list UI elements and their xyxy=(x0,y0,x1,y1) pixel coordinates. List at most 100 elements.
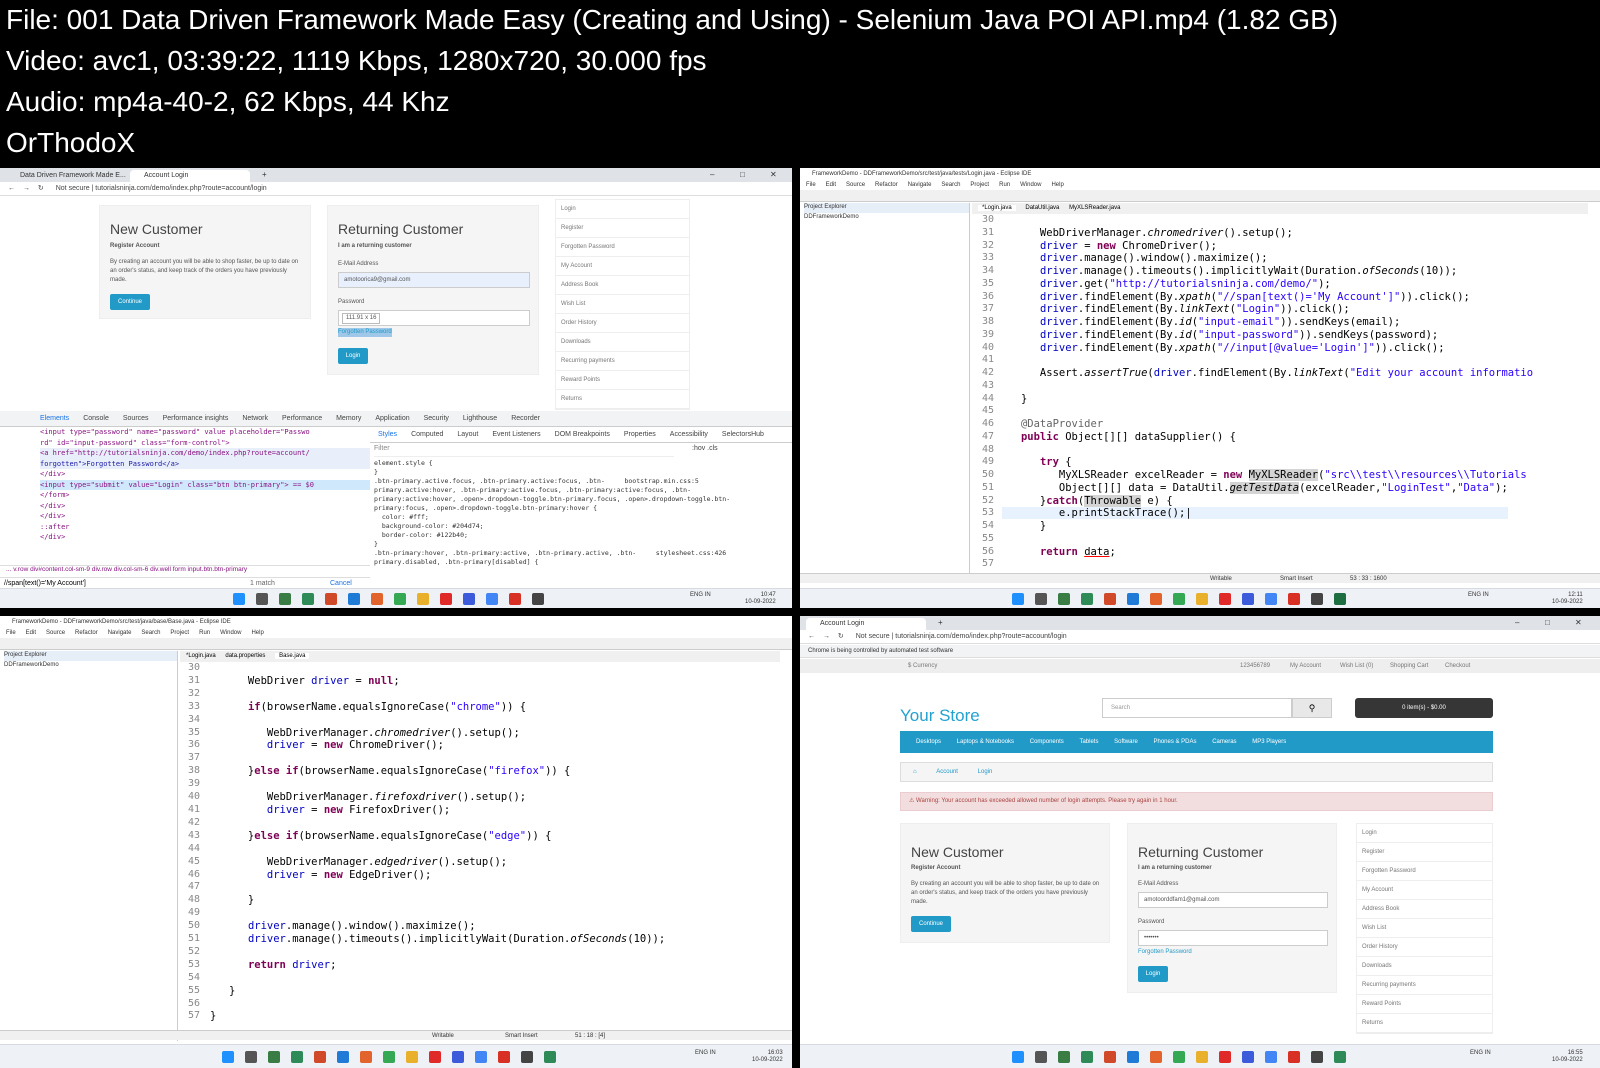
devtab-elements[interactable]: Elements xyxy=(40,415,69,422)
menu-project[interactable]: Project xyxy=(170,630,189,636)
dom-line[interactable]: </div> xyxy=(40,532,370,543)
maximize-icon[interactable]: □ xyxy=(740,170,745,179)
sidebar-item-forgotten[interactable]: Forgotten Password xyxy=(1357,862,1492,881)
minimize-icon[interactable]: – xyxy=(710,170,714,179)
devtab-application[interactable]: Application xyxy=(375,415,409,422)
tab-dom-breakpoints[interactable]: DOM Breakpoints xyxy=(555,431,610,438)
code-editor[interactable]: 30 31 32 33 34 35 36 37 38 39 40 41 42 43 44 45 46 47 48 49… xyxy=(180,662,780,1030)
windows-start-icon[interactable] xyxy=(233,593,245,605)
sidebar-item-register[interactable]: Register xyxy=(556,219,689,238)
chrome-icon[interactable] xyxy=(1265,1051,1277,1063)
back-icon[interactable]: ← xyxy=(808,633,815,640)
edge-icon[interactable] xyxy=(348,593,360,605)
app-icon[interactable] xyxy=(1288,1051,1300,1063)
menu-search[interactable]: Search xyxy=(941,182,960,188)
editor-tab-datautil[interactable]: DataUtil.java xyxy=(1025,205,1059,211)
chrome-icon[interactable] xyxy=(486,593,498,605)
language-indicator[interactable]: ENG IN xyxy=(690,592,711,599)
app-icon[interactable] xyxy=(1334,1051,1346,1063)
close-icon[interactable]: ✕ xyxy=(770,170,777,179)
app-icon[interactable] xyxy=(325,593,337,605)
currency-dropdown[interactable]: $ Currency xyxy=(908,659,937,673)
edge-icon[interactable] xyxy=(337,1051,349,1063)
close-icon[interactable]: ✕ xyxy=(1575,618,1582,627)
cancel-search-button[interactable]: Cancel xyxy=(330,580,352,587)
folder-icon[interactable] xyxy=(406,1051,418,1063)
search-input[interactable]: Search xyxy=(1102,698,1292,718)
app-icon[interactable] xyxy=(268,1051,280,1063)
shopping-cart-link[interactable]: Shopping Cart xyxy=(1390,659,1428,673)
nav-mp3[interactable]: MP3 Players xyxy=(1252,739,1286,745)
opera-icon[interactable] xyxy=(1219,593,1231,605)
continue-button[interactable]: Continue xyxy=(911,916,951,932)
opera-icon[interactable] xyxy=(1219,1051,1231,1063)
menu-run[interactable]: Run xyxy=(199,630,210,636)
menu-source[interactable]: Source xyxy=(46,630,65,636)
menu-help[interactable]: Help xyxy=(251,630,263,636)
tab-event-listeners[interactable]: Event Listeners xyxy=(492,431,540,438)
devtab-recorder[interactable]: Recorder xyxy=(511,415,540,422)
language-indicator[interactable]: ENG IN xyxy=(1468,592,1489,599)
tab-styles[interactable]: Styles xyxy=(378,431,397,438)
nav-laptops[interactable]: Laptops & Notebooks xyxy=(957,739,1014,745)
dom-line[interactable]: </div> xyxy=(40,501,370,512)
dom-line[interactable]: <input type="password" name="password" v… xyxy=(40,427,370,438)
folder-icon[interactable] xyxy=(1196,1051,1208,1063)
dom-line[interactable]: </form> xyxy=(40,490,370,501)
new-tab-icon[interactable]: + xyxy=(938,618,943,627)
app-icon[interactable] xyxy=(463,593,475,605)
sidebar-item-address[interactable]: Address Book xyxy=(556,276,689,295)
wish-list-link[interactable]: Wish List (0) xyxy=(1340,659,1373,673)
devtab-security[interactable]: Security xyxy=(424,415,449,422)
chrome-icon[interactable] xyxy=(1265,593,1277,605)
opera-icon[interactable] xyxy=(429,1051,441,1063)
chrome-icon[interactable] xyxy=(394,593,406,605)
windows-start-icon[interactable] xyxy=(1012,593,1024,605)
sidebar-item-recurring[interactable]: Recurring payments xyxy=(1357,976,1492,995)
sidebar-item-login[interactable]: Login xyxy=(1357,824,1492,843)
tab-properties[interactable]: Properties xyxy=(624,431,656,438)
phone-link[interactable]: 123456789 xyxy=(1240,659,1270,673)
nav-software[interactable]: Software xyxy=(1114,739,1138,745)
dom-line[interactable]: rd" id="input-password" class="form-cont… xyxy=(40,438,370,449)
folder-icon[interactable] xyxy=(1196,593,1208,605)
sidebar-item-account[interactable]: My Account xyxy=(1357,881,1492,900)
editor-tab-properties[interactable]: data.properties xyxy=(225,653,265,659)
login-button[interactable]: Login xyxy=(338,348,368,364)
eclipse-icon[interactable] xyxy=(532,593,544,605)
nav-cameras[interactable]: Cameras xyxy=(1212,739,1236,745)
dom-line[interactable]: forgotten">Forgotten Password</a> xyxy=(40,458,370,469)
styles-filter[interactable]: Filter xyxy=(374,445,674,457)
menu-file[interactable]: File xyxy=(806,182,816,188)
new-tab-icon[interactable]: + xyxy=(262,170,267,179)
search-icon[interactable] xyxy=(245,1051,257,1063)
windows-start-icon[interactable] xyxy=(1012,1051,1024,1063)
dom-line[interactable]: </div> xyxy=(40,511,370,522)
menu-source[interactable]: Source xyxy=(846,182,865,188)
editor-tab-xlsreader[interactable]: MyXLSReader.java xyxy=(1069,205,1120,211)
devtab-memory[interactable]: Memory xyxy=(336,415,361,422)
sidebar-item-downloads[interactable]: Downloads xyxy=(556,333,689,352)
url-text[interactable]: Not secure | tutorialsninja.com/demo/ind… xyxy=(56,185,267,192)
tree-item[interactable]: DDFrameworkDemo xyxy=(4,661,177,671)
dom-line[interactable]: ::after xyxy=(40,522,370,533)
sidebar-item-returns[interactable]: Returns xyxy=(1357,1014,1492,1033)
editor-tab-login[interactable]: *Login.java xyxy=(978,205,1016,211)
tab-computed[interactable]: Computed xyxy=(411,431,443,438)
sidebar-item-wishlist[interactable]: Wish List xyxy=(556,295,689,314)
edge-icon[interactable] xyxy=(1127,1051,1139,1063)
minimize-icon[interactable]: – xyxy=(1515,618,1519,627)
address-bar[interactable]: ← → ↻ Not secure | tutorialsninja.com/de… xyxy=(800,630,1600,644)
menu-refactor[interactable]: Refactor xyxy=(75,630,98,636)
menu-window[interactable]: Window xyxy=(1020,182,1041,188)
sidebar-item-orders[interactable]: Order History xyxy=(556,314,689,333)
opera-icon[interactable] xyxy=(440,593,452,605)
folder-icon[interactable] xyxy=(417,593,429,605)
forgotten-password-link[interactable]: Forgotten Password xyxy=(338,328,392,337)
firefox-icon[interactable] xyxy=(1150,1051,1162,1063)
chrome-icon[interactable] xyxy=(383,1051,395,1063)
sidebar-item-login[interactable]: Login xyxy=(556,200,689,219)
nav-desktops[interactable]: Desktops xyxy=(916,739,941,745)
continue-button[interactable]: Continue xyxy=(110,294,150,310)
app-icon[interactable] xyxy=(1058,1051,1070,1063)
